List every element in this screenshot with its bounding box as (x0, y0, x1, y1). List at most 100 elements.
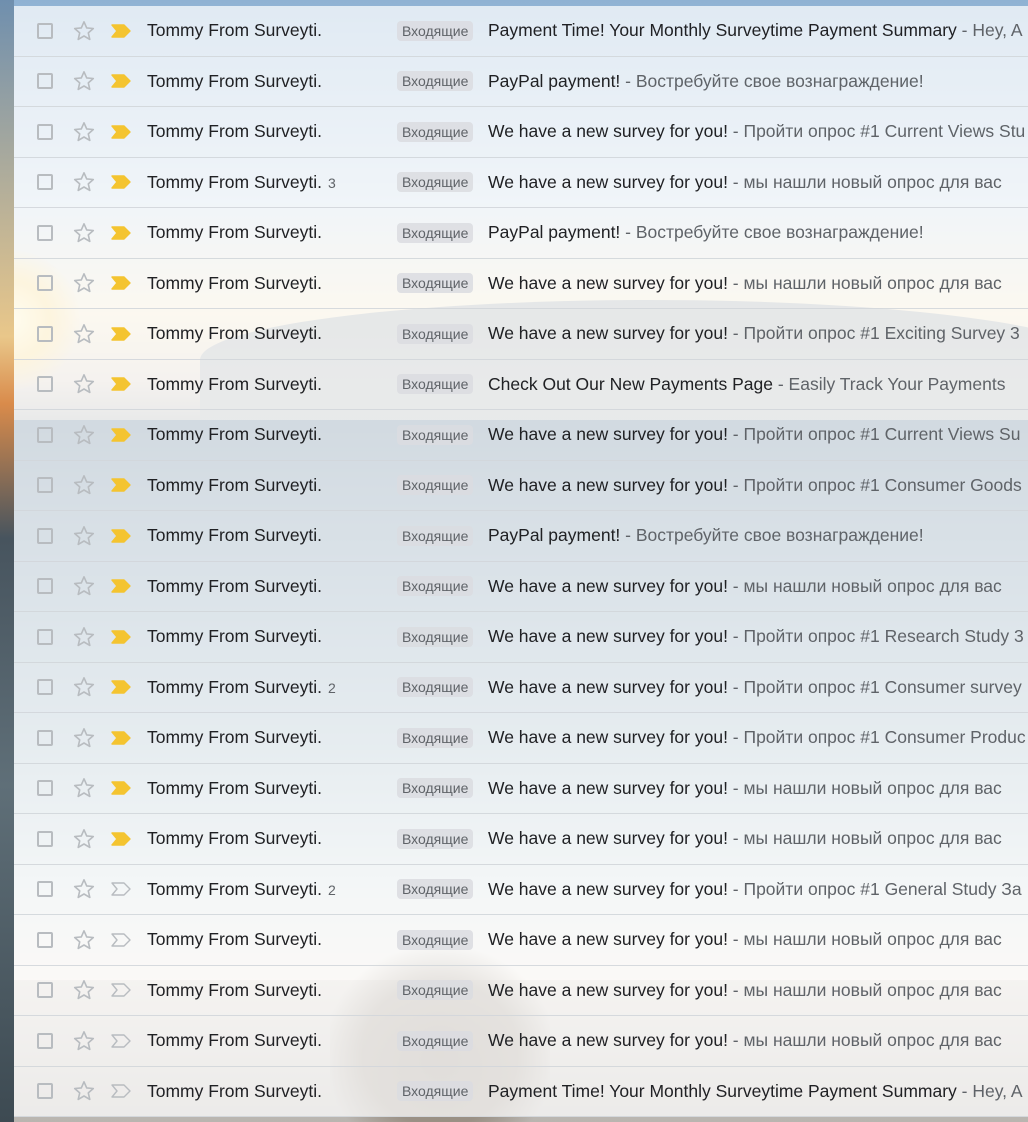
email-row[interactable]: Tommy From Surveyti. 3 Входящие We have a… (14, 157, 1028, 208)
important-marker-icon[interactable] (110, 225, 132, 241)
select-checkbox[interactable] (37, 174, 53, 191)
inbox-label-chip[interactable]: Входящие (397, 424, 474, 445)
select-checkbox[interactable] (37, 376, 53, 393)
inbox-label-chip[interactable]: Входящие (397, 828, 474, 849)
star-icon[interactable] (72, 271, 96, 295)
email-row[interactable]: Tommy From Surveyti. Входящие We have a … (14, 410, 1028, 461)
inbox-label-chip[interactable]: Входящие (397, 172, 474, 193)
important-marker-icon[interactable] (110, 982, 132, 998)
star-icon[interactable] (72, 574, 96, 598)
important-marker-icon[interactable] (110, 275, 132, 291)
star-icon[interactable] (72, 69, 96, 93)
email-row[interactable]: Tommy From Surveyti. Входящие We have a … (14, 309, 1028, 360)
inbox-label-chip[interactable]: Входящие (397, 677, 474, 698)
email-row[interactable]: Tommy From Surveyti. Входящие Payment Ti… (14, 1066, 1028, 1117)
select-checkbox[interactable] (37, 881, 53, 898)
inbox-label-chip[interactable]: Входящие (397, 525, 474, 546)
select-checkbox[interactable] (37, 527, 53, 544)
inbox-label-chip[interactable]: Входящие (397, 323, 474, 344)
select-checkbox[interactable] (37, 578, 53, 595)
star-icon[interactable] (72, 625, 96, 649)
select-checkbox[interactable] (37, 224, 53, 241)
select-checkbox[interactable] (37, 123, 53, 140)
select-checkbox[interactable] (37, 931, 53, 948)
select-checkbox[interactable] (37, 982, 53, 999)
email-row[interactable]: Tommy From Surveyti. Входящие We have a … (14, 1016, 1028, 1067)
star-icon[interactable] (72, 19, 96, 43)
select-checkbox[interactable] (37, 780, 53, 797)
star-icon[interactable] (72, 877, 96, 901)
inbox-label-chip[interactable]: Входящие (397, 121, 474, 142)
star-icon[interactable] (72, 372, 96, 396)
star-icon[interactable] (72, 978, 96, 1002)
inbox-label-chip[interactable]: Входящие (397, 929, 474, 950)
important-marker-icon[interactable] (110, 376, 132, 392)
select-checkbox[interactable] (37, 22, 53, 39)
select-checkbox[interactable] (37, 275, 53, 292)
select-checkbox[interactable] (37, 426, 53, 443)
inbox-label-chip[interactable]: Входящие (397, 222, 474, 243)
email-row[interactable]: Tommy From Surveyti. Входящие We have a … (14, 763, 1028, 814)
important-marker-icon[interactable] (110, 477, 132, 493)
email-row[interactable]: Tommy From Surveyti. Входящие PayPal pay… (14, 511, 1028, 562)
select-checkbox[interactable] (37, 73, 53, 90)
important-marker-icon[interactable] (110, 23, 132, 39)
important-marker-icon[interactable] (110, 881, 132, 897)
star-icon[interactable] (72, 524, 96, 548)
inbox-label-chip[interactable]: Входящие (397, 374, 474, 395)
inbox-label-chip[interactable]: Входящие (397, 20, 474, 41)
email-row[interactable]: Tommy From Surveyti. Входящие We have a … (14, 460, 1028, 511)
important-marker-icon[interactable] (110, 578, 132, 594)
star-icon[interactable] (72, 170, 96, 194)
star-icon[interactable] (72, 726, 96, 750)
inbox-label-chip[interactable]: Входящие (397, 879, 474, 900)
important-marker-icon[interactable] (110, 326, 132, 342)
select-checkbox[interactable] (37, 628, 53, 645)
email-row[interactable]: Tommy From Surveyti. Входящие PayPal pay… (14, 208, 1028, 259)
important-marker-icon[interactable] (110, 1033, 132, 1049)
email-row[interactable]: Tommy From Surveyti. Входящие Check Out … (14, 359, 1028, 410)
inbox-label-chip[interactable]: Входящие (397, 1030, 474, 1051)
star-icon[interactable] (72, 120, 96, 144)
email-row[interactable]: Tommy From Surveyti. Входящие We have a … (14, 258, 1028, 309)
inbox-label-chip[interactable]: Входящие (397, 475, 474, 496)
inbox-label-chip[interactable]: Входящие (397, 727, 474, 748)
important-marker-icon[interactable] (110, 730, 132, 746)
star-icon[interactable] (72, 827, 96, 851)
star-icon[interactable] (72, 423, 96, 447)
important-marker-icon[interactable] (110, 73, 132, 89)
inbox-label-chip[interactable]: Входящие (397, 1081, 474, 1102)
star-icon[interactable] (72, 776, 96, 800)
star-icon[interactable] (72, 675, 96, 699)
star-icon[interactable] (72, 1029, 96, 1053)
email-row[interactable]: Tommy From Surveyti. Входящие We have a … (14, 107, 1028, 158)
email-row[interactable]: Tommy From Surveyti. Входящие We have a … (14, 561, 1028, 612)
important-marker-icon[interactable] (110, 1083, 132, 1099)
select-checkbox[interactable] (37, 729, 53, 746)
email-row[interactable]: Tommy From Surveyti. Входящие Payment Ti… (14, 6, 1028, 57)
star-icon[interactable] (72, 221, 96, 245)
inbox-label-chip[interactable]: Входящие (397, 626, 474, 647)
important-marker-icon[interactable] (110, 679, 132, 695)
important-marker-icon[interactable] (110, 629, 132, 645)
inbox-label-chip[interactable]: Входящие (397, 576, 474, 597)
select-checkbox[interactable] (37, 325, 53, 342)
inbox-label-chip[interactable]: Входящие (397, 71, 474, 92)
star-icon[interactable] (72, 928, 96, 952)
inbox-label-chip[interactable]: Входящие (397, 778, 474, 799)
important-marker-icon[interactable] (110, 831, 132, 847)
inbox-label-chip[interactable]: Входящие (397, 273, 474, 294)
important-marker-icon[interactable] (110, 932, 132, 948)
star-icon[interactable] (72, 473, 96, 497)
select-checkbox[interactable] (37, 1032, 53, 1049)
email-row[interactable]: Tommy From Surveyti. 2 Входящие We have a… (14, 864, 1028, 915)
email-row[interactable]: Tommy From Surveyti. 2 Входящие We have a… (14, 662, 1028, 713)
important-marker-icon[interactable] (110, 427, 132, 443)
select-checkbox[interactable] (37, 679, 53, 696)
select-checkbox[interactable] (37, 830, 53, 847)
email-row[interactable]: Tommy From Surveyti. Входящие We have a … (14, 713, 1028, 764)
important-marker-icon[interactable] (110, 780, 132, 796)
email-row[interactable]: Tommy From Surveyti. Входящие We have a … (14, 915, 1028, 966)
email-row[interactable]: Tommy From Surveyti. Входящие We have a … (14, 612, 1028, 663)
email-row[interactable]: Tommy From Surveyti. Входящие PayPal pay… (14, 56, 1028, 107)
